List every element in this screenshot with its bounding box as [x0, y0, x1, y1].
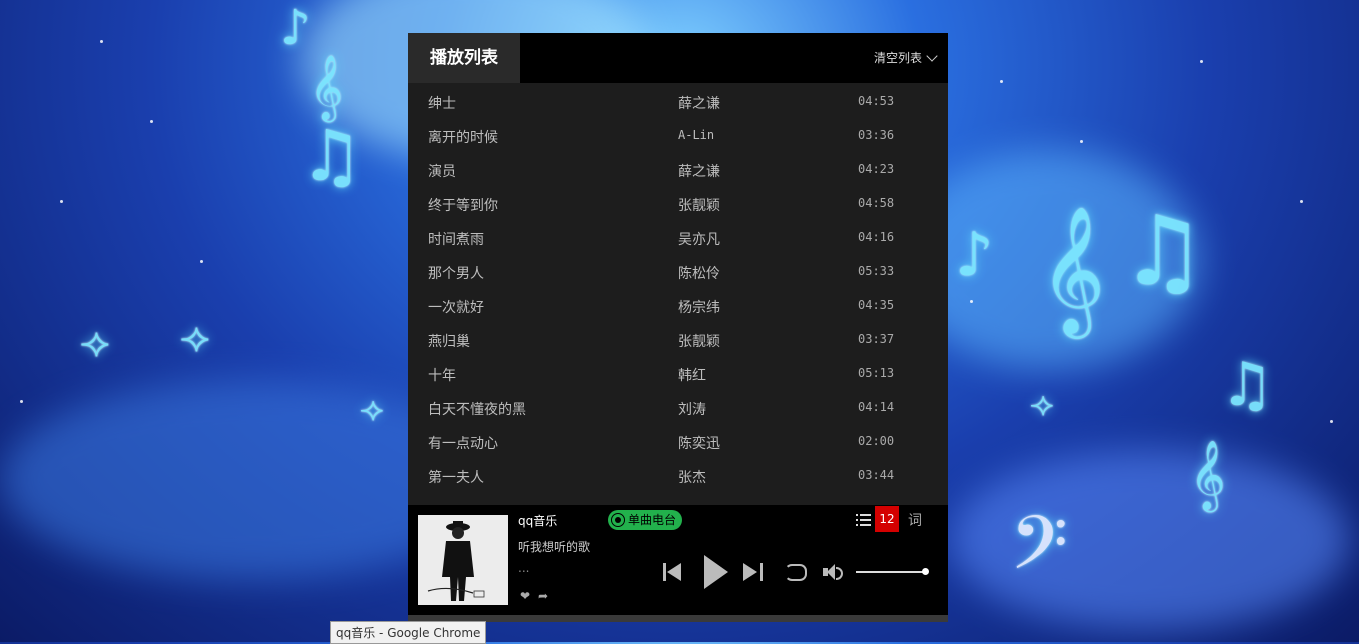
clear-playlist-button[interactable]: 清空列表 — [873, 33, 938, 83]
fish-icon: ⟢ — [180, 315, 210, 361]
playlist-panel: 播放列表 清空列表 绅士 薛之谦 04:53 离开的时候 A-Lin 03:36 演员薛… — [408, 33, 948, 505]
radio-icon — [611, 513, 625, 527]
song-row[interactable]: 燕归巢 张靓颖 03:37 — [408, 323, 948, 357]
now-playing-title: qq音乐 — [518, 514, 558, 528]
song-row[interactable]: 有一点动心 陈奕迅 02:00 — [408, 425, 948, 459]
song-title: 时间煮雨 — [428, 232, 484, 248]
single-radio-button[interactable]: 单曲电台 — [608, 510, 683, 530]
song-artist[interactable]: 张靓颖 — [678, 331, 720, 351]
song-duration: 02:00 — [858, 434, 895, 448]
playlist-count-badge[interactable]: 12 — [875, 506, 899, 532]
previous-track-icon[interactable] — [663, 563, 683, 581]
treble-clef-icon: 𝄞 — [1190, 440, 1226, 510]
chevron-down-icon — [926, 50, 938, 62]
song-row[interactable]: 终于等到你 张靓颖 04:58 — [408, 187, 948, 221]
tab-playlist[interactable]: 播放列表 — [408, 33, 520, 83]
song-title: 有一点动心 — [428, 436, 498, 452]
play-icon[interactable] — [704, 555, 728, 589]
song-row[interactable]: 一次就好 杨宗纬 04:35 — [408, 289, 948, 323]
song-title: 十年 — [428, 368, 456, 384]
playlist-header: 播放列表 清空列表 — [408, 33, 948, 83]
song-duration: 04:16 — [858, 230, 895, 244]
lyrics-button[interactable]: 词 — [908, 510, 922, 530]
music-note-icon: ♫ — [300, 115, 363, 197]
loop-icon[interactable] — [785, 564, 807, 581]
song-artist[interactable]: 薛之谦 — [678, 161, 720, 181]
volume-slider[interactable] — [856, 571, 926, 573]
share-icon[interactable]: ➦ — [538, 589, 548, 603]
song-duration: 05:33 — [858, 264, 895, 278]
fish-icon: ⟢ — [360, 390, 384, 428]
song-title: 燕归巢 — [428, 334, 470, 350]
song-artist[interactable]: 陈松伶 — [678, 263, 720, 283]
music-note-icon: ♫ — [1220, 350, 1274, 420]
song-artist[interactable]: 杨宗纬 — [678, 297, 720, 317]
song-artist[interactable]: 薛之谦 — [678, 93, 720, 113]
treble-clef-icon: 𝄞 — [310, 55, 344, 120]
song-duration: 03:44 — [858, 468, 895, 482]
heart-icon[interactable]: ❤ — [520, 589, 530, 603]
song-duration: 04:58 — [858, 196, 895, 210]
song-row[interactable]: 离开的时候 A-Lin 03:36 — [408, 119, 948, 153]
song-duration: 05:13 — [858, 366, 895, 380]
song-artist[interactable]: 吴亦凡 — [678, 229, 720, 249]
violin-icon: 𝄢 — [1010, 500, 1068, 605]
song-list: 绅士 薛之谦 04:53 离开的时候 A-Lin 03:36 演员 薛之谦 04:23 终于… — [408, 85, 948, 493]
album-cover[interactable] — [418, 515, 508, 605]
song-row[interactable]: 那个男人 陈松伶 05:33 — [408, 255, 948, 289]
song-row[interactable]: 时间煮雨 吴亦凡 04:16 — [408, 221, 948, 255]
fish-icon: ⟢ — [80, 320, 110, 366]
music-note-icon: ♫ — [1120, 195, 1207, 307]
album-cover-art — [418, 515, 508, 605]
song-duration: 03:37 — [858, 332, 895, 346]
song-artist[interactable]: 刘涛 — [678, 399, 706, 419]
next-track-icon[interactable] — [743, 563, 763, 581]
clear-playlist-label: 清空列表 — [873, 51, 922, 65]
song-title: 演员 — [428, 164, 456, 180]
song-row[interactable]: 第一夫人 张杰 03:44 — [408, 459, 948, 493]
playlist-icon[interactable] — [856, 514, 871, 526]
music-note-icon: ♪ — [280, 0, 311, 56]
song-duration: 04:35 — [858, 298, 895, 312]
song-duration: 04:23 — [858, 162, 895, 176]
song-title: 一次就好 — [428, 300, 484, 316]
window-tooltip: qq音乐 - Google Chrome — [330, 621, 487, 644]
fish-icon: ⟢ — [1030, 385, 1054, 423]
song-artist[interactable]: A-Lin — [678, 128, 714, 142]
song-artist[interactable]: 韩红 — [678, 365, 706, 385]
treble-clef-icon: 𝄞 — [1040, 205, 1106, 333]
now-playing-subtitle: 听我想听的歌 — [518, 540, 591, 554]
song-artist[interactable]: 陈奕迅 — [678, 433, 720, 453]
song-duration: 03:36 — [858, 128, 895, 142]
song-row[interactable]: 十年 韩红 05:13 — [408, 357, 948, 391]
song-artist[interactable]: 张靓颖 — [678, 195, 720, 215]
volume-slider-handle[interactable] — [922, 568, 929, 575]
song-row[interactable]: 绅士 薛之谦 04:53 — [408, 85, 948, 119]
song-row[interactable]: 白天不懂夜的黑 刘涛 04:14 — [408, 391, 948, 425]
progress-bar[interactable] — [408, 615, 948, 622]
song-title: 那个男人 — [428, 266, 484, 282]
single-radio-label: 单曲电台 — [628, 513, 677, 527]
song-row[interactable]: 演员 薛之谦 04:23 — [408, 153, 948, 187]
volume-icon[interactable] — [823, 563, 843, 581]
now-playing-ellipsis: ... — [518, 561, 530, 575]
song-title: 终于等到你 — [428, 198, 498, 214]
song-duration: 04:53 — [858, 94, 895, 108]
song-duration: 04:14 — [858, 400, 895, 414]
song-title: 绅士 — [428, 96, 456, 112]
song-title: 第一夫人 — [428, 470, 484, 486]
player-bar: qq音乐 听我想听的歌 ... ❤ ➦ 单曲电台 12 词 — [408, 505, 948, 615]
song-title: 离开的时候 — [428, 130, 498, 146]
song-title: 白天不懂夜的黑 — [428, 402, 526, 418]
song-artist[interactable]: 张杰 — [678, 467, 706, 487]
music-note-icon: ♪ — [955, 220, 994, 290]
